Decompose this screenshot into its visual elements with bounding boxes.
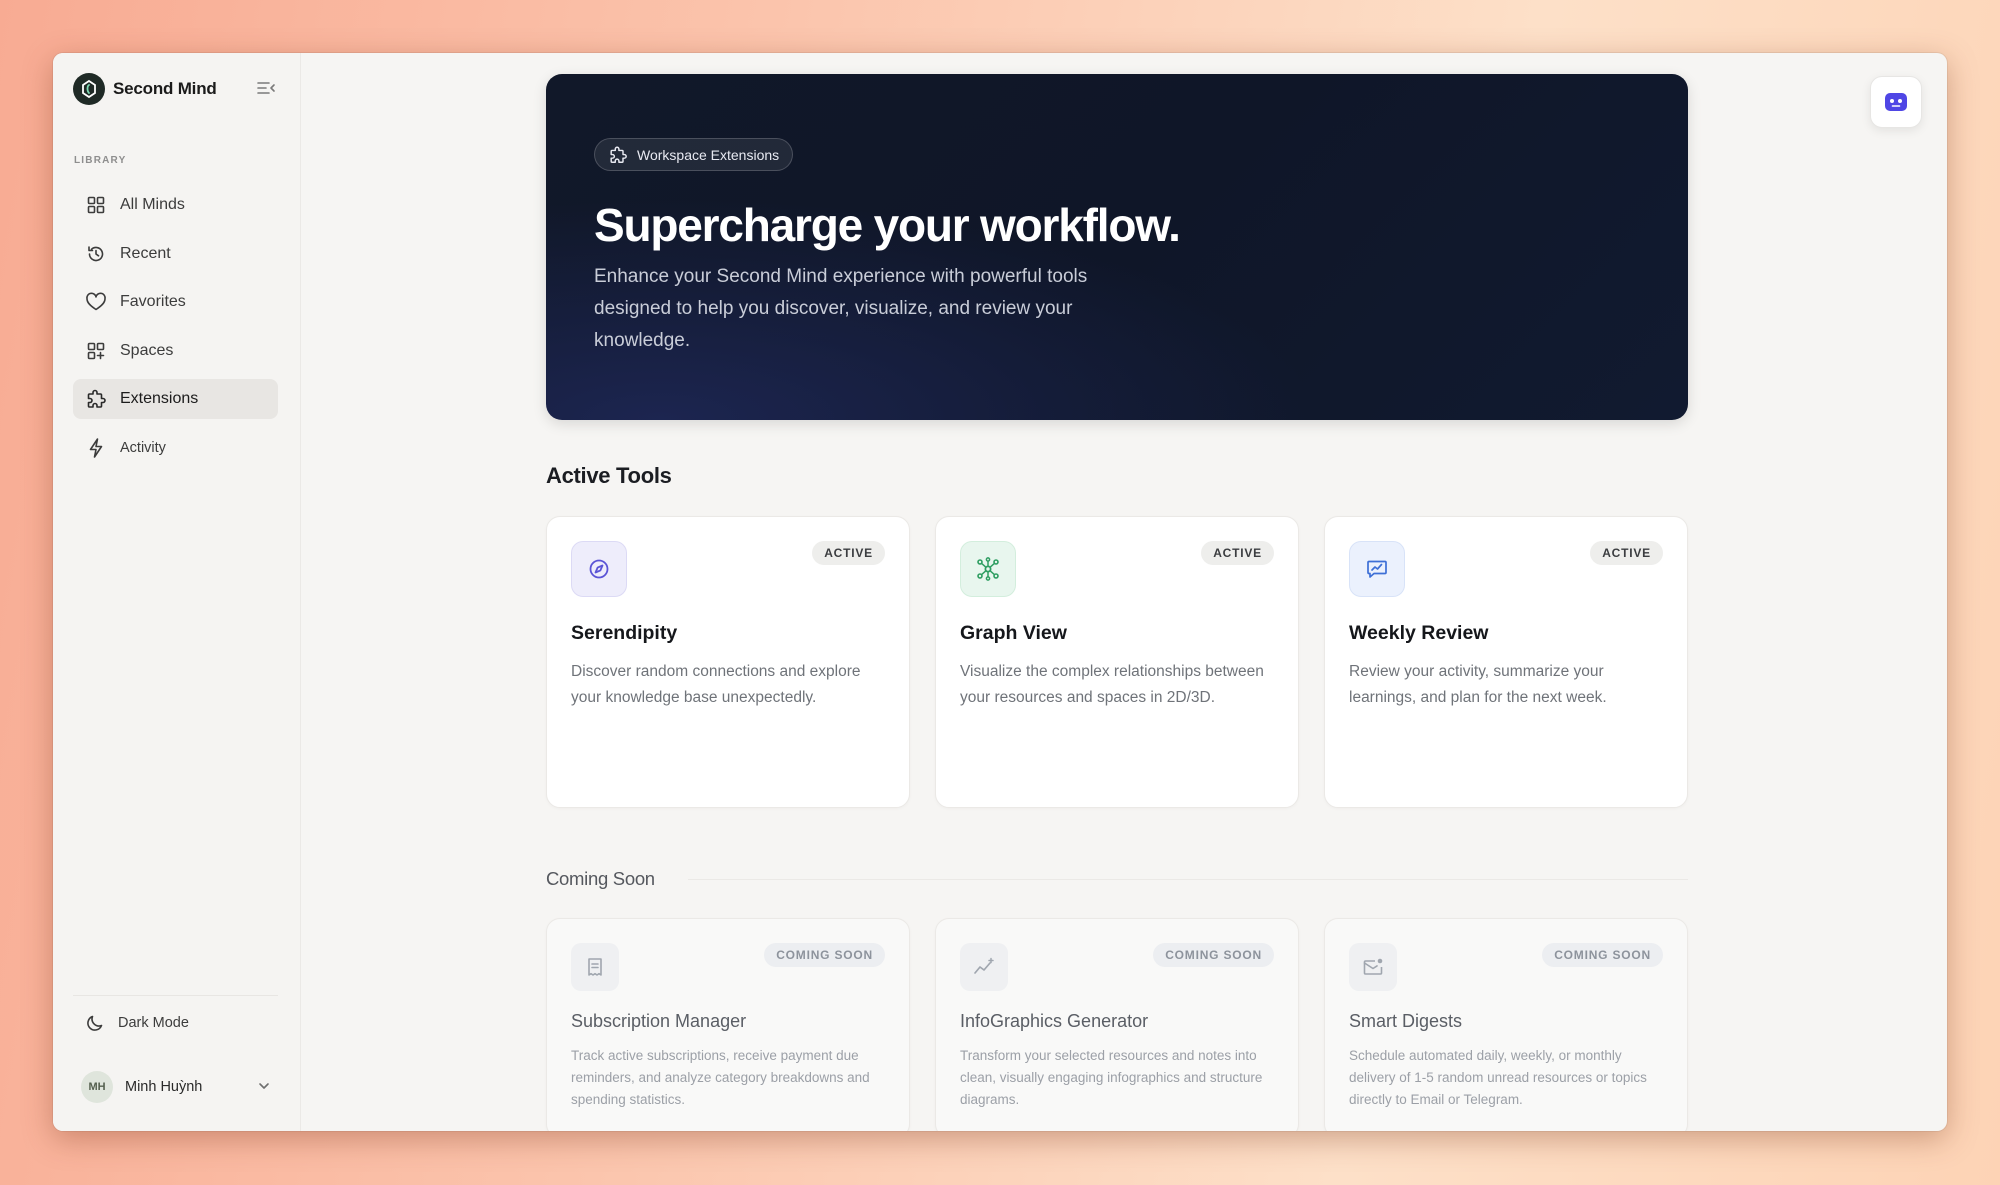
sidebar-collapse-icon [257,82,275,94]
user-name: Minh Huỳnh [125,1079,203,1095]
status-badge: ACTIVE [1201,541,1274,565]
card-title: InfoGraphics Generator [960,1011,1149,1031]
hero-title: Supercharge your workflow. [594,199,1181,251]
sidebar-item-all-minds[interactable]: All Minds [73,185,278,225]
card-description: Track active subscriptions, receive paym… [571,1048,870,1107]
chart-message-icon [1349,541,1405,597]
sparkle-chart-icon [960,943,1008,991]
puzzle-icon [608,145,628,165]
user-menu[interactable]: MH Minh Huỳnh [81,1067,281,1107]
card-title: Serendipity [571,622,678,644]
main-content: Workspace Extensions Supercharge your wo… [301,53,1947,1131]
compass-icon [571,541,627,597]
sidebar-nav: All Minds Recent Favorites Spaces Extens… [73,185,278,476]
card-description: Visualize the complex relationships betw… [960,663,1264,706]
section-divider [688,879,1688,880]
sidebar-item-label: All Minds [120,196,185,213]
soon-card-subscription-manager: COMING SOON Subscription Manager Track a… [546,918,910,1131]
status-badge: COMING SOON [1153,943,1274,967]
sidebar-item-recent[interactable]: Recent [73,234,278,274]
network-icon [960,541,1016,597]
sidebar-item-favorites[interactable]: Favorites [73,282,278,322]
card-title: Weekly Review [1349,622,1489,644]
bolt-icon [85,437,107,459]
puzzle-icon [85,388,107,410]
sidebar-item-extensions[interactable]: Extensions [73,379,278,419]
hero-badge-label: Workspace Extensions [637,146,780,163]
avatar: MH [81,1071,113,1103]
heart-icon [85,291,107,313]
card-description: Review your activity, summarize your lea… [1349,663,1607,706]
hero-badge: Workspace Extensions [594,138,794,171]
moon-icon [85,1013,105,1033]
dark-mode-label: Dark Mode [118,1015,189,1031]
card-title: Subscription Manager [571,1011,747,1031]
hero-description: Enhance your Second Mind experience with… [594,266,1088,351]
status-badge: ACTIVE [812,541,885,565]
soon-card-infographics-generator: COMING SOON InfoGraphics Generator Trans… [935,918,1299,1131]
tool-card-weekly-review[interactable]: ACTIVE Weekly Review Review your activit… [1324,516,1688,808]
receipt-icon [571,943,619,991]
collapse-sidebar-button[interactable] [255,77,277,99]
sidebar-item-label: Spaces [120,341,174,359]
dark-mode-toggle[interactable]: Dark Mode [85,1005,189,1041]
sidebar-divider [73,995,278,996]
status-badge: ACTIVE [1590,541,1663,565]
brand[interactable]: Second Mind [73,73,217,105]
coming-soon-title: Coming Soon [546,868,655,889]
sidebar-item-label: Activity [120,439,166,456]
sidebar-item-activity[interactable]: Activity [73,428,278,468]
mail-icon [1349,943,1397,991]
app-window: Second Mind LIBRARY All Minds Recent Fav… [53,53,1947,1131]
card-description: Transform your selected resources and no… [960,1048,1263,1107]
status-badge: COMING SOON [764,943,885,967]
hero-banner: Workspace Extensions Supercharge your wo… [546,74,1688,420]
grid-icon [85,194,107,216]
brand-name: Second Mind [113,79,217,98]
sidebar-item-label: Recent [120,244,171,262]
sidebar: Second Mind LIBRARY All Minds Recent Fav… [53,53,301,1131]
active-tools-title: Active Tools [546,463,672,488]
tool-card-graph-view[interactable]: ACTIVE Graph View Visualize the complex … [935,516,1299,808]
sidebar-item-label: Favorites [120,293,186,310]
sidebar-item-spaces[interactable]: Spaces [73,331,278,371]
card-title: Smart Digests [1349,1011,1463,1031]
status-badge: COMING SOON [1542,943,1663,967]
library-section-label: LIBRARY [74,155,127,166]
history-icon [85,243,107,265]
tool-card-serendipity[interactable]: ACTIVE Serendipity Discover random conne… [546,516,910,808]
assistant-button[interactable] [1870,76,1922,128]
chevron-down-icon [257,1079,271,1098]
grid-plus-icon [85,340,107,362]
card-description: Schedule automated daily, weekly, or mon… [1349,1048,1647,1107]
card-title: Graph View [960,622,1067,644]
card-description: Discover random connections and explore … [571,663,861,706]
sidebar-item-label: Extensions [120,390,199,407]
brain-logo-icon [73,73,105,105]
bot-icon [1885,93,1907,111]
soon-card-smart-digests: COMING SOON Smart Digests Schedule autom… [1324,918,1688,1131]
